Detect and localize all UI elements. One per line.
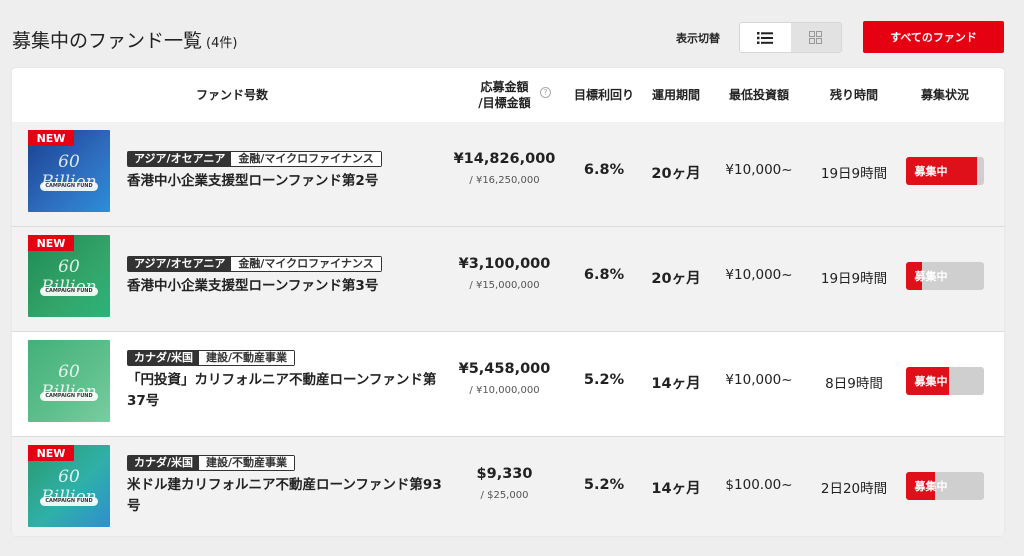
top-bar: 募集中のファンド一覧 (4件) 表示切替 すべてのファンド [0,0,1024,68]
view-toggle-label: 表示切替 [676,32,720,45]
help-icon[interactable]: ? [540,87,551,98]
status-badge: 募集中 [906,262,984,290]
grid-view-button[interactable] [790,23,841,52]
applied-amount: $9,330 [476,466,533,482]
remaining-time: 19日9時間 [820,166,888,182]
min-investment: ¥10,000~ [725,372,793,388]
fund-thumbnail: 60 Billion CAMPAIGN FUND [28,340,110,422]
status-text: 募集中 [914,480,948,493]
new-badge: NEW [28,130,74,146]
page-title-text: 募集中のファンド一覧 [12,30,203,52]
target-amount: / $25,000 [480,490,529,501]
status-badge: 募集中 [906,367,984,395]
column-header-min-invest: 最低投資額 [728,87,789,102]
remaining-time: 2日20時間 [820,481,888,497]
all-funds-button[interactable]: すべてのファンド [863,21,1004,53]
fund-row[interactable]: 60 Billion CAMPAIGN FUND NEW アジア/オセアニア 金… [12,227,1004,331]
thumbnail-band: CAMPAIGN FUND [40,182,98,191]
thumbnail-band: CAMPAIGN FUND [40,287,98,296]
column-header-amount: 応募金額 /目標金額 ? [452,68,557,122]
status-text: 募集中 [914,375,948,388]
column-header-yield: 目標利回り [573,87,634,102]
new-badge: NEW [28,445,74,461]
region-tag: アジア/オセアニア [128,152,232,166]
page-title: 募集中のファンド一覧 (4件) [12,26,237,53]
applied-amount: ¥3,100,000 [458,256,551,272]
fund-tags: カナダ/米国 建設/不動産事業 [127,455,296,471]
fund-tags: カナダ/米国 建設/不動産事業 [127,350,296,366]
fund-table: ファンド号数 応募金額 /目標金額 ? 目標利回り 運用期間 最低投資額 残り時… [12,68,1004,536]
fund-tags: アジア/オセアニア 金融/マイクロファイナンス [127,151,382,167]
target-yield: 6.8% [583,162,625,178]
status-badge: 募集中 [906,472,984,500]
category-tag: 建設/不動産事業 [199,351,295,365]
new-badge: NEW [28,235,74,251]
target-amount: / ¥16,250,000 [469,175,540,186]
status-badge: 募集中 [906,157,984,185]
thumbnail-band: CAMPAIGN FUND [40,392,98,401]
target-yield: 5.2% [583,477,625,493]
column-header-fund: ファンド号数 [195,87,268,102]
fund-name-link[interactable]: 米ドル建カリフォルニア不動産ローンファンド第93号 [127,475,447,517]
region-tag: カナダ/米国 [128,351,200,365]
column-header-period: 運用期間 [651,87,700,102]
target-amount: / ¥10,000,000 [469,385,540,396]
operation-period: 14ヶ月 [651,481,701,497]
fund-row[interactable]: 60 Billion CAMPAIGN FUND カナダ/米国 建設/不動産事業… [12,332,1004,436]
applied-amount: ¥14,826,000 [453,151,556,167]
target-yield: 6.8% [583,267,625,283]
fund-name-link[interactable]: 香港中小企業支援型ローンファンド第3号 [127,276,447,297]
grid-icon [809,31,823,44]
category-tag: 建設/不動産事業 [199,456,295,470]
list-view-button[interactable] [740,23,791,52]
min-investment: ¥10,000~ [725,162,793,178]
min-investment: ¥10,000~ [725,267,793,283]
target-amount: / ¥15,000,000 [469,280,540,291]
remaining-time: 8日9時間 [825,376,883,392]
region-tag: アジア/オセアニア [128,257,232,271]
column-header-remaining: 残り時間 [829,87,878,102]
fund-count: (4件) [206,36,238,51]
fund-name-link[interactable]: 「円投資」カリフォルニア不動産ローンファンド第37号 [127,370,447,412]
category-tag: 金融/マイクロファイナンス [231,257,381,271]
view-toggle [739,22,842,53]
status-text: 募集中 [914,270,948,283]
amount-header-line1: 応募金額 [480,79,529,94]
region-tag: カナダ/米国 [128,456,200,470]
remaining-time: 19日9時間 [820,271,888,287]
operation-period: 20ヶ月 [651,166,701,182]
operation-period: 20ヶ月 [651,271,701,287]
fund-name-link[interactable]: 香港中小企業支援型ローンファンド第2号 [127,171,447,192]
operation-period: 14ヶ月 [651,376,701,392]
category-tag: 金融/マイクロファイナンス [231,152,381,166]
list-icon [757,31,774,44]
status-text: 募集中 [914,165,948,178]
min-investment: $100.00~ [725,477,793,493]
fund-row[interactable]: 60 Billion CAMPAIGN FUND NEW カナダ/米国 建設/不… [12,437,1004,536]
fund-tags: アジア/オセアニア 金融/マイクロファイナンス [127,256,382,272]
thumbnail-band: CAMPAIGN FUND [40,497,98,506]
amount-header-line2: /目標金額 [478,96,531,110]
column-header-status: 募集状況 [920,87,969,102]
applied-amount: ¥5,458,000 [458,361,551,377]
target-yield: 5.2% [583,372,625,388]
fund-row[interactable]: 60 Billion CAMPAIGN FUND NEW アジア/オセアニア 金… [12,122,1004,226]
